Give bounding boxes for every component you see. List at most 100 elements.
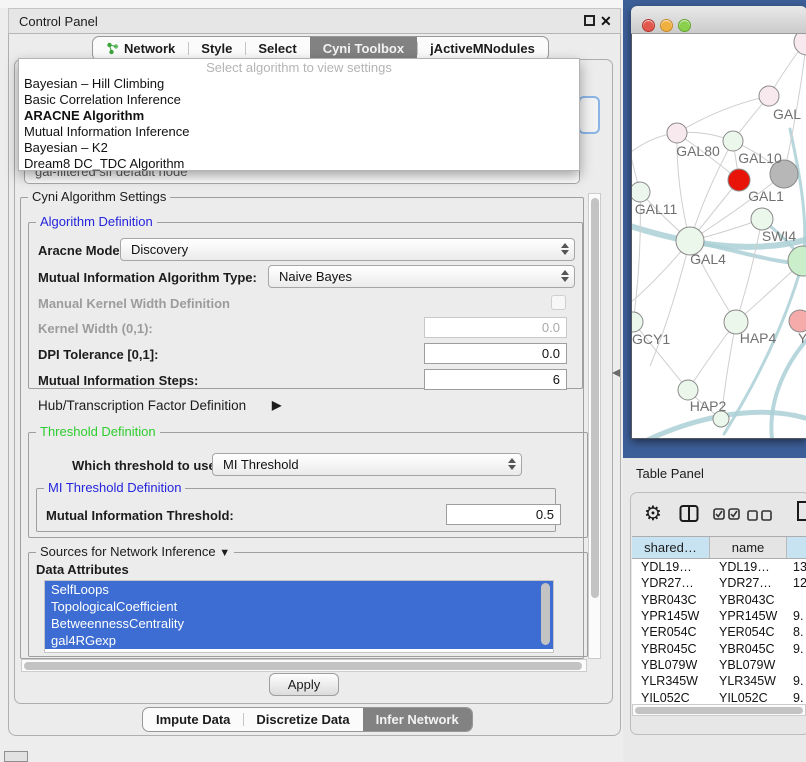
- cell-name[interactable]: YBR045C: [710, 640, 787, 656]
- tab-cyni-toolbox[interactable]: Cyni Toolbox: [310, 37, 417, 60]
- table-row[interactable]: YER054C YER054C 8.: [632, 624, 806, 640]
- node-gcy1[interactable]: [632, 312, 643, 332]
- tab-jactivemnodules[interactable]: jActiveMNodules: [417, 37, 548, 60]
- cell-name[interactable]: YBR043C: [710, 592, 787, 608]
- close-icon[interactable]: ✕: [600, 11, 612, 31]
- splitter-arrow-icon[interactable]: [611, 368, 621, 378]
- cell-shared-name[interactable]: YDL19…: [632, 559, 710, 575]
- collapse-arrow-icon[interactable]: ▼: [219, 547, 230, 559]
- mi-threshold-field[interactable]: 0.5: [446, 504, 561, 525]
- table-row[interactable]: YDR27… YDR27… 12: [632, 575, 806, 591]
- cell-value[interactable]: [787, 592, 806, 608]
- table-row[interactable]: YBR045C YBR045C 9.: [632, 640, 806, 656]
- list-item[interactable]: gal4RGexp: [45, 632, 553, 649]
- table-row[interactable]: YDL19… YDL19… 13: [632, 559, 806, 575]
- expand-arrow-icon[interactable]: ▶: [272, 398, 281, 412]
- mi-steps-field[interactable]: 6: [424, 369, 567, 390]
- select-all-checkboxes-icon[interactable]: [713, 508, 741, 521]
- zoom-window-icon[interactable]: [678, 19, 691, 32]
- tab-infer-network[interactable]: Infer Network: [363, 708, 472, 731]
- node-gal10[interactable]: [723, 131, 743, 151]
- cell-value[interactable]: 8.: [787, 624, 806, 640]
- network-canvas[interactable]: GAL GAL80 GAL10 GAL1 GAL11 SWI4 GAL4 GCY…: [632, 34, 806, 438]
- float-panel-icon[interactable]: [584, 15, 595, 26]
- which-threshold-label: Which threshold to use:: [72, 458, 220, 473]
- cell-value[interactable]: 9.: [787, 689, 806, 705]
- node-big-green[interactable]: [788, 246, 806, 276]
- algorithm-option[interactable]: Mutual Information Inference: [19, 124, 579, 140]
- manual-kernel-width-checkbox[interactable]: [551, 295, 566, 310]
- cell-name[interactable]: YPR145W: [710, 608, 787, 624]
- node-salmon[interactable]: [789, 310, 806, 332]
- cell-value[interactable]: 12: [787, 575, 806, 591]
- cell-name[interactable]: YDR27…: [710, 575, 787, 591]
- list-item[interactable]: SelfLoops: [45, 581, 553, 598]
- cell-value[interactable]: 13: [787, 559, 806, 575]
- node-gal-clipped[interactable]: [759, 86, 779, 106]
- cell-name[interactable]: YDL19…: [710, 559, 787, 575]
- node-hap2[interactable]: [678, 380, 698, 400]
- algorithm-option[interactable]: ARACNE Algorithm: [19, 108, 579, 124]
- table-row[interactable]: YBR043C YBR043C: [632, 592, 806, 608]
- cell-shared-name[interactable]: YPR145W: [632, 608, 710, 624]
- tab-network[interactable]: Network: [93, 37, 188, 60]
- node-swi4[interactable]: [751, 208, 773, 230]
- minimized-panel-icon[interactable]: [4, 751, 28, 762]
- cell-shared-name[interactable]: YDR27…: [632, 575, 710, 591]
- combo-value: Discovery: [131, 242, 188, 257]
- algorithm-option[interactable]: Bayesian – Hill Climbing: [19, 76, 579, 92]
- tab-impute-data[interactable]: Impute Data: [143, 708, 243, 731]
- cell-shared-name[interactable]: YIL052C: [632, 689, 710, 705]
- table-row[interactable]: YPR145W YPR145W 9.: [632, 608, 806, 624]
- settings-horizontal-scrollbar[interactable]: [21, 659, 587, 672]
- cell-value[interactable]: 9.: [787, 608, 806, 624]
- cell-name[interactable]: YBL079W: [710, 657, 787, 673]
- minimize-window-icon[interactable]: [660, 19, 673, 32]
- cell-value[interactable]: 9.: [787, 673, 806, 689]
- cell-name[interactable]: YER054C: [710, 624, 787, 640]
- dpi-tolerance-field[interactable]: 0.0: [424, 343, 567, 364]
- tab-select[interactable]: Select: [245, 37, 309, 60]
- deselect-all-checkboxes-icon[interactable]: [747, 510, 773, 521]
- gear-icon[interactable]: ⚙: [644, 501, 662, 526]
- cell-name[interactable]: YLR345W: [710, 673, 787, 689]
- node[interactable]: [794, 34, 806, 55]
- table-horizontal-scrollbar[interactable]: [632, 704, 806, 716]
- column-header-clipped[interactable]: [787, 537, 806, 558]
- node-gal11[interactable]: [632, 182, 650, 202]
- tab-label: Style: [201, 41, 232, 56]
- column-header-shared-name[interactable]: shared…: [632, 537, 710, 558]
- tab-style[interactable]: Style: [188, 37, 245, 60]
- aracne-mode-select[interactable]: Discovery: [120, 238, 575, 261]
- cell-name[interactable]: YIL052C: [710, 689, 787, 705]
- which-threshold-select[interactable]: MI Threshold: [212, 453, 522, 476]
- attributes-scrollbar[interactable]: [541, 583, 550, 645]
- tab-discretize-data[interactable]: Discretize Data: [243, 708, 362, 731]
- cell-shared-name[interactable]: YBR043C: [632, 592, 710, 608]
- kernel-width-field[interactable]: 0.0: [424, 317, 567, 338]
- mi-type-select[interactable]: Naive Bayes: [268, 265, 575, 288]
- list-item[interactable]: TopologicalCoefficient: [45, 598, 553, 615]
- cell-shared-name[interactable]: YER054C: [632, 624, 710, 640]
- algorithm-option[interactable]: Bayesian – K2: [19, 140, 579, 156]
- network-window-titlebar[interactable]: [631, 6, 806, 34]
- algorithm-option[interactable]: Basic Correlation Inference: [19, 92, 579, 108]
- list-item[interactable]: BetweennessCentrality: [45, 615, 553, 632]
- table-row[interactable]: YBL079W YBL079W: [632, 657, 806, 673]
- file-icon[interactable]: [796, 500, 806, 522]
- table-row[interactable]: YLR345W YLR345W 9.: [632, 673, 806, 689]
- cell-value[interactable]: [787, 657, 806, 673]
- cell-shared-name[interactable]: YLR345W: [632, 673, 710, 689]
- apply-button[interactable]: Apply: [269, 673, 339, 696]
- node-gal80[interactable]: [667, 123, 687, 143]
- algorithm-option[interactable]: Dream8 DC_TDC Algorithm: [19, 156, 579, 172]
- node-gal1-selected[interactable]: [728, 169, 750, 191]
- cell-shared-name[interactable]: YBL079W: [632, 657, 710, 673]
- cell-shared-name[interactable]: YBR045C: [632, 640, 710, 656]
- cell-value[interactable]: 9.: [787, 640, 806, 656]
- settings-vertical-scrollbar[interactable]: [588, 193, 601, 659]
- column-header-name[interactable]: name: [710, 537, 787, 558]
- table-row[interactable]: YIL052C YIL052C 9.: [632, 689, 806, 705]
- columns-icon[interactable]: [679, 504, 699, 523]
- close-window-icon[interactable]: [642, 19, 655, 32]
